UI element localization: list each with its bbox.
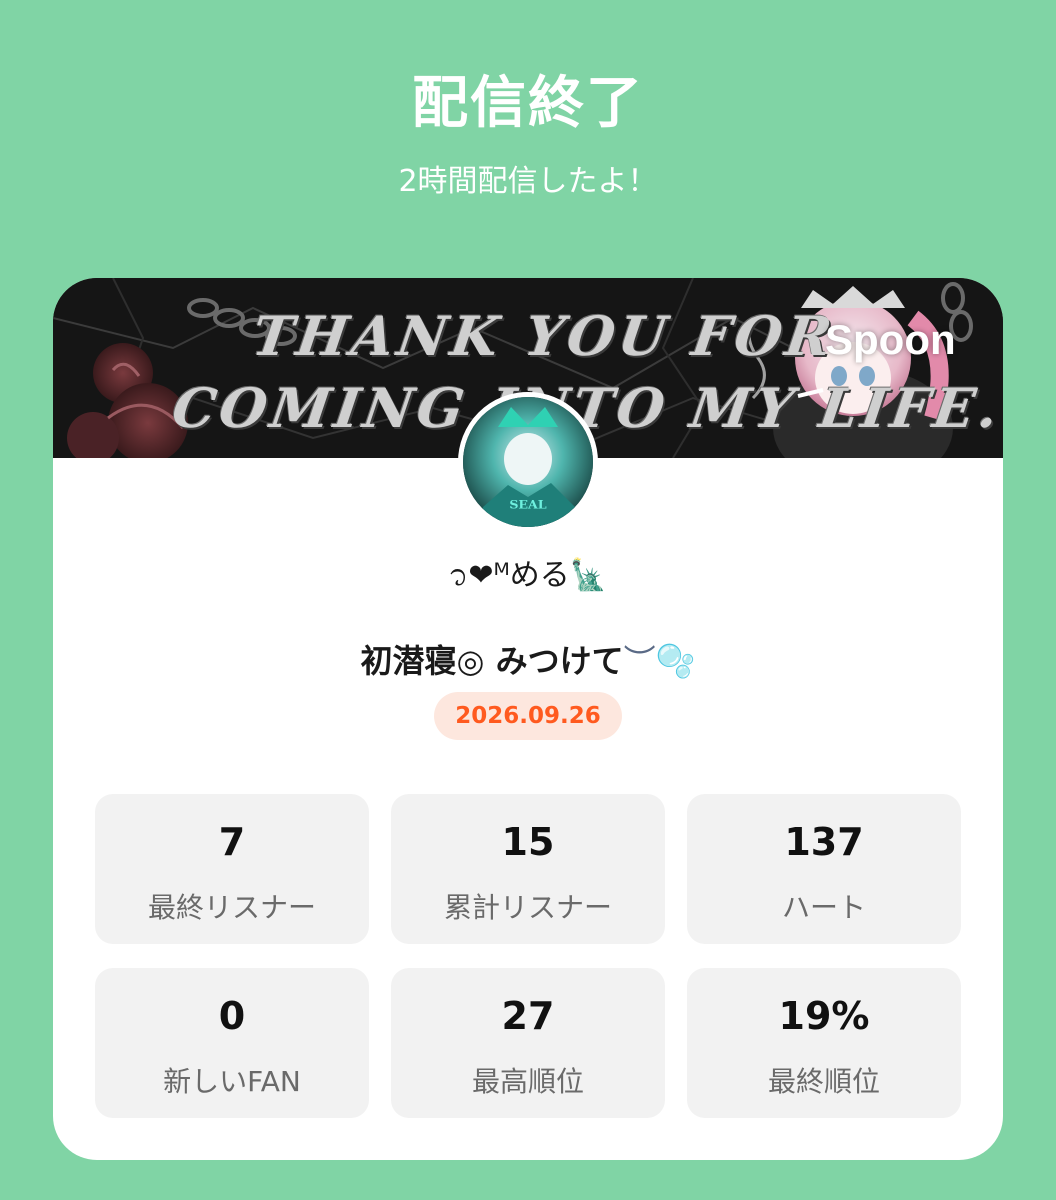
svg-text:ᵀᴱᴬᴸ: ᵀᴱᴬᴸ xyxy=(509,496,546,520)
banner-headline-line1: THANK YOU FOR xyxy=(248,304,840,368)
avatar[interactable]: ᵀᴱᴬᴸ xyxy=(458,392,598,532)
stat-label: 新しいFAN xyxy=(163,1065,301,1098)
broadcast-summary-card: THANK YOU FOR COMING INTO MY LIFE. Spoon… xyxy=(53,278,1003,1160)
page-title: 配信終了 xyxy=(412,71,644,136)
stat-highest-rank: 27 最高順位 xyxy=(391,968,665,1118)
avatar-image: ᵀᴱᴬᴸ xyxy=(463,397,593,527)
stat-value: 7 xyxy=(218,820,246,864)
stat-final-listeners: 7 最終リスナー xyxy=(95,794,369,944)
spoon-logo: Spoon xyxy=(825,316,956,363)
broadcast-title-text: 初潜寝◎ みつけて xyxy=(360,642,624,680)
stat-value: 137 xyxy=(784,820,864,864)
stat-value: 19% xyxy=(778,994,870,1038)
stat-hearts: 137 ハート xyxy=(687,794,961,944)
stat-label: 最終順位 xyxy=(767,1065,880,1098)
stat-label: ハート xyxy=(781,891,866,924)
page-subtitle: 2時間配信したよ！ xyxy=(398,164,658,199)
stat-label: 累計リスナー xyxy=(443,891,612,924)
broadcast-title-decoration: ︶🫧 xyxy=(623,642,696,680)
stat-label: 最終リスナー xyxy=(147,891,316,924)
stat-label: 最高順位 xyxy=(471,1065,584,1098)
stat-new-fans: 0 新しいFAN xyxy=(95,968,369,1118)
broadcast-date-badge: 2026.09.26 xyxy=(434,692,622,740)
stat-total-listeners: 15 累計リスナー xyxy=(391,794,665,944)
stat-value: 0 xyxy=(218,994,246,1038)
stat-value: 15 xyxy=(501,820,555,864)
username: ᭡❤︎ᴹめる🗽 xyxy=(448,558,608,593)
stat-final-rank: 19% 最終順位 xyxy=(687,968,961,1118)
broadcast-title: 初潜寝◎ みつけて︶🫧 xyxy=(53,636,1003,682)
stat-value: 27 xyxy=(501,994,555,1038)
